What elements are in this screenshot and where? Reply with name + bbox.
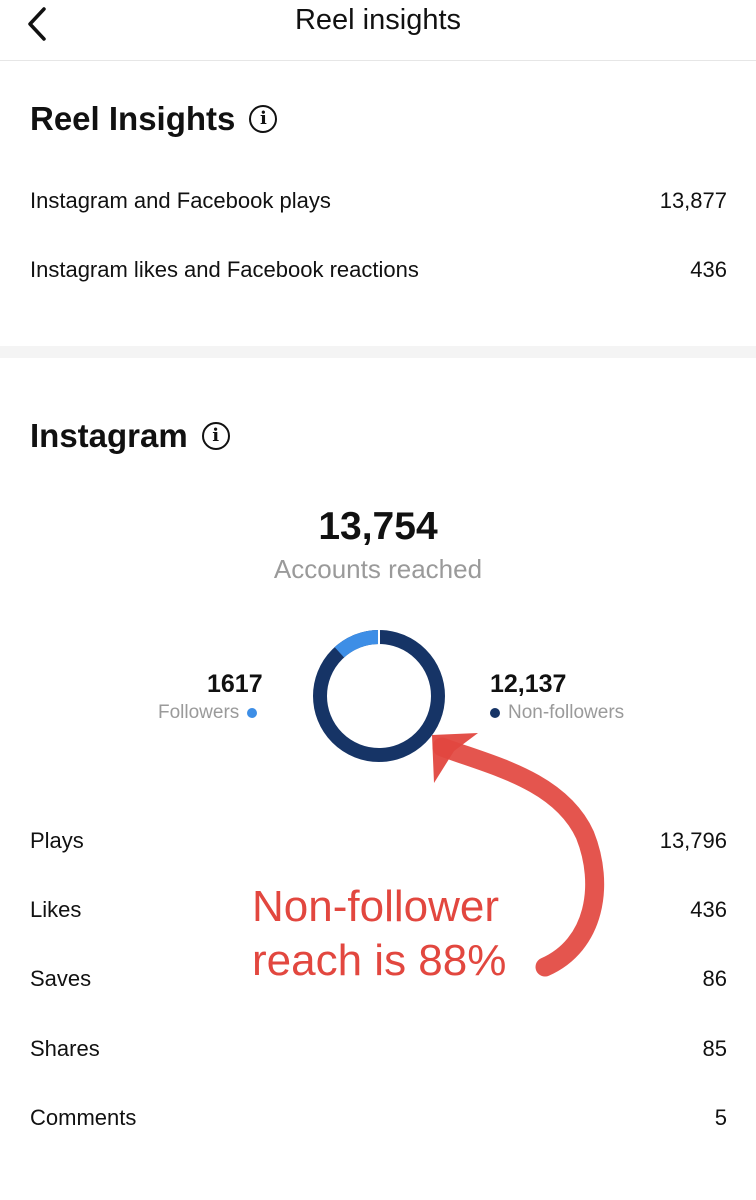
row-label: Plays (30, 828, 84, 853)
top-bar: Reel insights (0, 0, 756, 61)
reel-insights-heading: Reel Insights i (30, 100, 278, 138)
row-value: 5 (714, 1105, 727, 1130)
row-value: 13,877 (659, 188, 727, 213)
row-label: Instagram and Facebook plays (30, 188, 331, 213)
annotation-line-1: Non-follower (252, 882, 499, 931)
row-label: Likes (30, 897, 82, 922)
row-label: Shares (30, 1036, 100, 1061)
list-item: Instagram and Facebook plays 13,877 (30, 188, 727, 214)
annotation-line-2: reach is 88% (252, 936, 507, 985)
followers-value: 1617 (207, 670, 263, 698)
row-value: 436 (690, 257, 727, 282)
followers-label: Followers (158, 702, 240, 723)
info-icon[interactable]: i (201, 422, 230, 450)
instagram-heading: Instagram i (30, 417, 230, 455)
row-value: 13,796 (659, 828, 727, 853)
followers-legend: Followers (158, 702, 258, 724)
non-followers-label: Non-followers (508, 702, 625, 723)
list-item: Shares 85 (30, 1036, 727, 1062)
row-label: Comments (30, 1105, 137, 1130)
list-item: Instagram likes and Facebook reactions 4… (30, 257, 727, 283)
accounts-reached-value: 13,754 (318, 505, 438, 548)
row-value: 85 (702, 1036, 727, 1061)
reel-insights-title: Reel Insights (30, 100, 236, 137)
row-value: 436 (690, 897, 727, 922)
annotation-text: Non-follower reach is 88% (252, 880, 506, 988)
non-followers-dot (490, 708, 500, 718)
page-title: Reel insights (294, 4, 462, 36)
non-followers-value: 12,137 (490, 670, 567, 698)
list-item: Plays 13,796 (30, 828, 727, 854)
accounts-reached-label: Accounts reached (273, 554, 483, 584)
row-value: 86 (702, 966, 727, 991)
row-label: Saves (30, 966, 92, 991)
section-divider (0, 346, 756, 358)
non-followers-legend: Non-followers (490, 702, 624, 724)
followers-dot (247, 708, 258, 718)
list-item: Comments 5 (30, 1105, 727, 1131)
instagram-title: Instagram (30, 417, 188, 454)
info-icon[interactable]: i (249, 105, 278, 133)
row-label: Instagram likes and Facebook reactions (30, 257, 419, 282)
